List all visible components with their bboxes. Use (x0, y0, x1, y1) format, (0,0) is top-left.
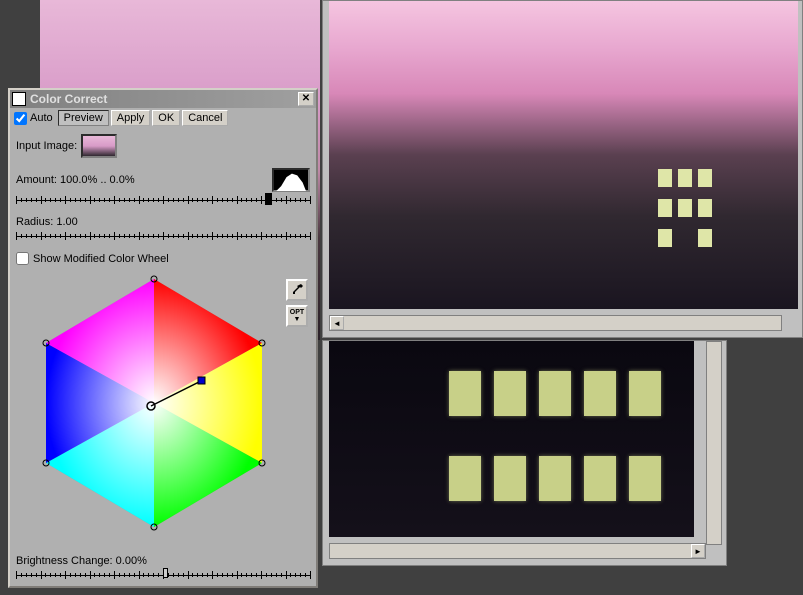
image-canvas-dark[interactable] (329, 341, 694, 537)
image-canvas-sunset[interactable] (329, 1, 798, 309)
chevron-down-icon: ▼ (294, 316, 301, 323)
apply-button[interactable]: Apply (111, 110, 151, 126)
image-window-bottom: ► (322, 340, 727, 566)
scroll-right-icon[interactable]: ► (691, 544, 705, 558)
options-button[interactable]: OPT ▼ (286, 305, 308, 327)
auto-checkbox[interactable] (14, 112, 27, 125)
auto-label: Auto (30, 112, 53, 124)
image-window-top: ◄ (322, 0, 803, 338)
brightness-label: Brightness Change: 0.00% (16, 555, 147, 567)
eyedropper-button[interactable] (286, 279, 308, 301)
eyedropper-icon (290, 283, 304, 297)
show-modified-checkbox[interactable] (16, 252, 29, 265)
amount-slider[interactable] (16, 194, 310, 208)
toolbar: Auto Preview Apply OK Cancel (10, 108, 316, 128)
workspace: ◄ ► Color Correct ✕ Auto P (0, 0, 803, 591)
scrollbar-vertical[interactable] (706, 341, 722, 545)
histogram-thumbnail[interactable] (272, 168, 310, 192)
color-correct-dialog: Color Correct ✕ Auto Preview Apply OK Ca… (8, 88, 318, 588)
scroll-left-icon[interactable]: ◄ (330, 316, 344, 330)
window-icon (12, 92, 26, 106)
scrollbar-horizontal[interactable]: ◄ (329, 315, 782, 331)
radius-label: Radius: 1.00 (16, 216, 78, 228)
cancel-button[interactable]: Cancel (182, 110, 228, 126)
color-wheel[interactable] (36, 273, 272, 533)
titlebar[interactable]: Color Correct ✕ (10, 90, 316, 108)
ok-button[interactable]: OK (152, 110, 180, 126)
dialog-title: Color Correct (30, 92, 298, 106)
brightness-slider[interactable] (16, 569, 310, 583)
close-button[interactable]: ✕ (298, 92, 314, 106)
amount-label: Amount: 100.0% .. 0.0% (16, 174, 135, 186)
scrollbar-horizontal[interactable]: ► (329, 543, 706, 559)
show-modified-label: Show Modified Color Wheel (33, 253, 169, 265)
radius-slider[interactable] (16, 230, 310, 244)
input-image-thumbnail[interactable] (81, 134, 117, 158)
preview-button[interactable]: Preview (58, 110, 109, 126)
opt-label: OPT (290, 309, 304, 316)
input-image-label: Input Image: (16, 140, 77, 152)
color-wheel-handle[interactable] (198, 377, 205, 384)
